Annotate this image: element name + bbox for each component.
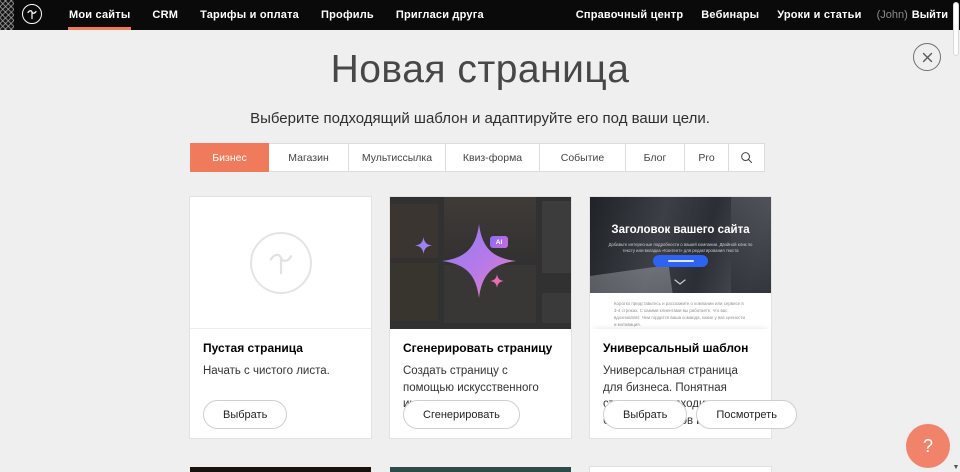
topbar: Мои сайты CRM Тарифы и оплата Профиль Пр…: [0, 0, 960, 30]
topbar-nav-right: Справочный центр Вебинары Уроки и статьи: [567, 0, 871, 30]
logout-link[interactable]: Выйти: [912, 9, 948, 21]
generate-button[interactable]: Сгенерировать: [403, 400, 520, 429]
tab-search[interactable]: [728, 143, 765, 172]
tab-shop[interactable]: Магазин: [268, 143, 349, 172]
scrollbar[interactable]: ▼: [952, 0, 960, 472]
ai-sparkle-icon: [442, 224, 516, 298]
page-title: Новая страница: [0, 48, 960, 92]
template-about-text: Коротко представьтесь и расскажите о ком…: [614, 300, 747, 328]
small-sparkle-icon: [415, 237, 432, 254]
template-cta-button: [653, 255, 708, 267]
template-card-partial[interactable]: [590, 467, 771, 472]
card-actions: Сгенерировать: [403, 400, 520, 429]
scrollbar-down-arrow[interactable]: ▼: [952, 464, 960, 471]
user-box: (John) Выйти: [877, 0, 948, 30]
card-title: Пустая страница: [203, 341, 358, 355]
select-blank-button[interactable]: Выбрать: [203, 400, 287, 429]
nav-webinars[interactable]: Вебинары: [692, 0, 768, 30]
tilda-logo[interactable]: [22, 4, 42, 24]
card-ai-generate[interactable]: AI: [390, 197, 571, 438]
close-icon: [921, 51, 934, 64]
card-title: Универсальный шаблон: [603, 341, 758, 355]
card-description: Начать с чистого листа.: [203, 363, 358, 380]
nav-lessons[interactable]: Уроки и статьи: [768, 0, 870, 30]
nav-profile[interactable]: Профиль: [310, 0, 385, 30]
card-universal-template[interactable]: Заголовок вашего сайта Добавьте интересн…: [590, 197, 771, 438]
nav-invite-friend[interactable]: Пригласи друга: [385, 0, 495, 30]
card-body: Пустая страница Начать с чистого листа.: [190, 329, 371, 380]
card-blank-page[interactable]: Пустая страница Начать с чистого листа. …: [190, 197, 371, 438]
template-card-partial[interactable]: [390, 467, 571, 472]
user-name: (John): [877, 9, 908, 21]
small-sparkle-icon: [490, 274, 504, 288]
chevron-down-icon: [674, 279, 686, 285]
help-button[interactable]: ?: [906, 424, 950, 468]
topbar-spacer: [495, 0, 567, 30]
card-actions: Выбрать: [203, 400, 287, 429]
page-subtitle: Выберите подходящий шаблон и адаптируйте…: [0, 110, 960, 127]
nav-tariffs[interactable]: Тарифы и оплата: [189, 0, 310, 30]
tab-multilink[interactable]: Мультиссылка: [348, 143, 446, 172]
card-actions: Выбрать Посмотреть: [603, 400, 797, 429]
nav-my-sites[interactable]: Мои сайты: [58, 0, 141, 30]
zigzag-pattern: [0, 0, 14, 30]
search-icon: [740, 151, 753, 164]
blank-page-preview: [190, 197, 371, 329]
universal-template-preview: Заголовок вашего сайта Добавьте интересн…: [590, 197, 771, 329]
tilda-t-icon: [26, 8, 38, 20]
tab-quiz-form[interactable]: Квиз-форма: [445, 143, 540, 172]
scrollbar-thumb[interactable]: [953, 2, 959, 56]
template-hero-image: Заголовок вашего сайта Добавьте интересн…: [590, 197, 771, 293]
tab-event[interactable]: Событие: [539, 143, 626, 172]
close-button[interactable]: [913, 43, 941, 71]
card-title: Сгенерировать страницу: [403, 341, 558, 355]
next-template-row: [190, 467, 771, 472]
select-template-button[interactable]: Выбрать: [603, 400, 687, 429]
view-template-button[interactable]: Посмотреть: [696, 400, 797, 429]
template-category-tabs: Бизнес Магазин Мультиссылка Квиз-форма С…: [190, 143, 771, 172]
template-headline: Заголовок вашего сайта: [590, 224, 771, 236]
template-card-partial[interactable]: [190, 467, 371, 472]
template-subline: Добавьте интересные подробности о вашей …: [605, 242, 756, 255]
nav-help-center[interactable]: Справочный центр: [567, 0, 693, 30]
tab-business[interactable]: Бизнес: [190, 143, 269, 172]
topbar-nav-left: Мои сайты CRM Тарифы и оплата Профиль Пр…: [58, 0, 495, 30]
nav-crm[interactable]: CRM: [141, 0, 189, 30]
tab-blog[interactable]: Блог: [625, 143, 685, 172]
tab-pro[interactable]: Pro: [684, 143, 729, 172]
template-cards: Пустая страница Начать с чистого листа. …: [190, 197, 771, 438]
template-about-section: Коротко представьтесь и расскажите о ком…: [590, 293, 771, 329]
tilda-watermark-icon: [250, 232, 312, 294]
ai-generate-preview: AI: [390, 197, 571, 329]
